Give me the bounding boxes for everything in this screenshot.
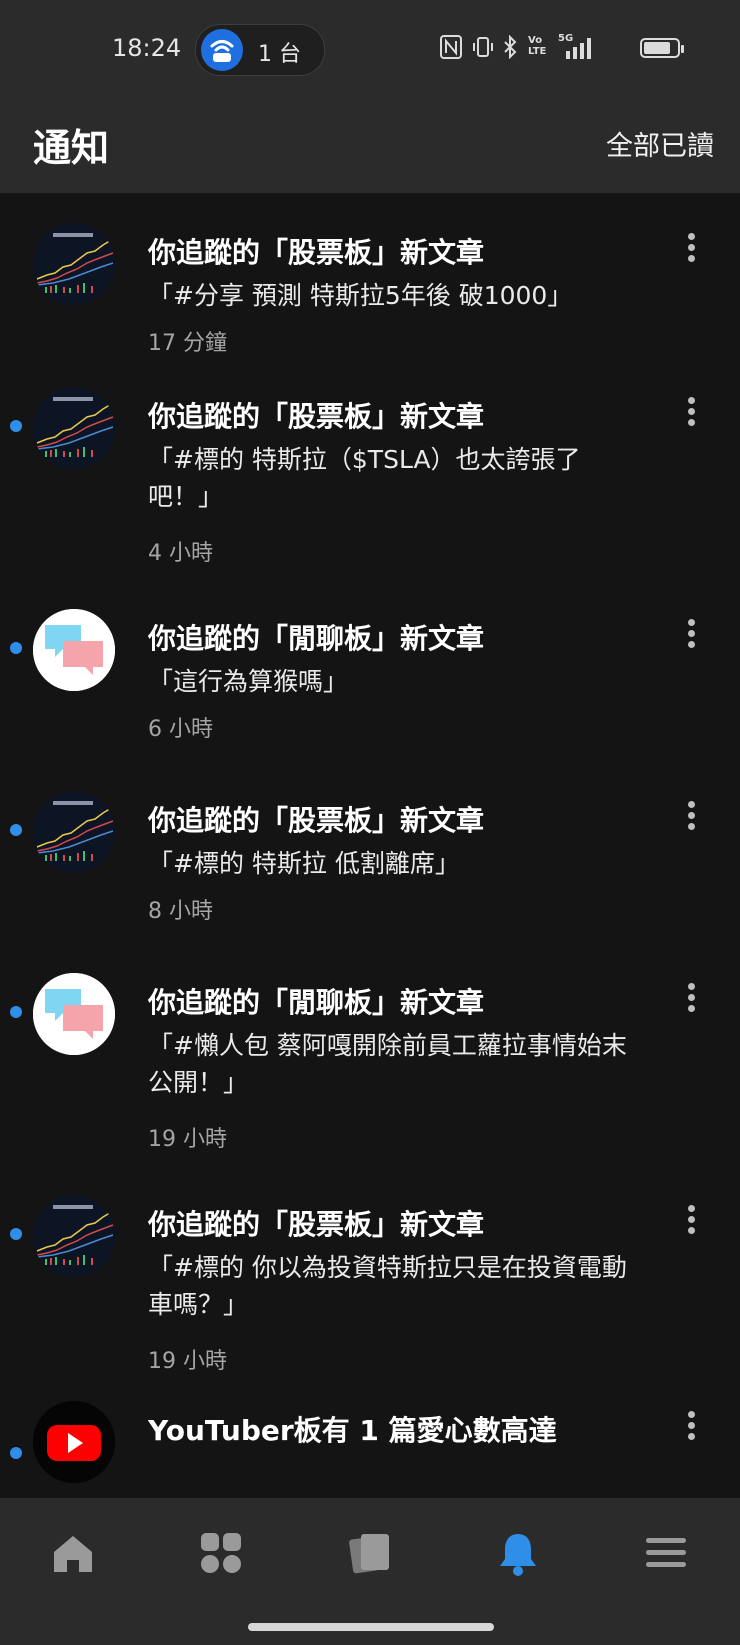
boards-grid-icon[interactable] [196,1528,246,1578]
unread-dot [10,1006,22,1018]
page-title: 通知 [33,126,110,170]
home-indicator[interactable] [248,1623,494,1631]
notification-time: 19 小時 [148,1127,227,1152]
more-options-icon[interactable] [682,1201,700,1241]
notification-title: YouTuber板有 1 篇愛心數高達 [148,1414,557,1447]
notification-time: 6 小時 [148,717,213,742]
notification-body: 「#懶人包 蔡阿嘎開除前員工蘿拉事情始末公開！」 [148,1031,627,1097]
notification-item[interactable]: 你追蹤的「股票板」新文章 「#分享 預測 特斯拉5年後 破1000」 17 分鐘 [0,193,740,375]
notification-item[interactable]: 你追蹤的「股票板」新文章 「#標的 特斯拉 低割離席」 8 小時 [0,779,740,961]
notification-body: 「#標的 特斯拉（$TSLA）也太誇張了吧！」 [148,445,581,511]
notification-title: 你追蹤的「閒聊板」新文章 [148,986,485,1019]
app-bar: 通知 全部已讀 [0,95,740,193]
nfc-icon [440,35,462,63]
hotspot-icon [201,29,243,71]
unread-dot [10,1447,22,1459]
hotspot-count: 1 台 [258,42,301,67]
more-options-icon[interactable] [682,979,700,1019]
notification-time: 8 小時 [148,899,213,924]
stock-chart-avatar [33,791,115,873]
notification-body: 「#標的 你以為投資特斯拉只是在投資電動車嗎？」 [148,1253,627,1319]
notification-body: 「#標的 特斯拉 低割離席」 [148,849,460,878]
notification-list[interactable]: 你追蹤的「股票板」新文章 「#分享 預測 特斯拉5年後 破1000」 17 分鐘… [0,193,740,1498]
unread-dot [10,1228,22,1240]
notification-item[interactable]: YouTuber板有 1 篇愛心數高達 [0,1401,740,1498]
unread-dot [10,824,22,836]
stock-chart-avatar [33,1195,115,1277]
5g-signal-icon: 5G [556,33,598,61]
battery-icon [640,38,684,58]
status-bar: 18:24 1 台 Vo LTE 5G [0,0,740,95]
cards-icon[interactable] [345,1528,395,1578]
notification-item[interactable]: 你追蹤的「股票板」新文章 「#標的 你以為投資特斯拉只是在投資電動車嗎？」 19… [0,1183,740,1403]
clock: 18:24 [112,34,182,62]
more-options-icon[interactable] [682,1407,700,1447]
volte-icon: Vo LTE [528,35,547,57]
menu-icon[interactable] [641,1528,691,1578]
notification-item[interactable]: 你追蹤的「閒聊板」新文章 「#懶人包 蔡阿嘎開除前員工蘿拉事情始末公開！」 19… [0,961,740,1183]
notification-title: 你追蹤的「股票板」新文章 [148,1208,485,1241]
notification-item[interactable]: 你追蹤的「股票板」新文章 「#標的 特斯拉（$TSLA）也太誇張了吧！」 4 小… [0,375,740,597]
bluetooth-icon [502,34,518,63]
notification-title: 你追蹤的「股票板」新文章 [148,400,485,433]
more-options-icon[interactable] [682,229,700,269]
stock-chart-avatar [33,387,115,469]
unread-dot [10,642,22,654]
bell-icon[interactable] [493,1528,543,1578]
vibrate-icon [472,35,494,63]
notification-time: 19 小時 [148,1349,227,1374]
unread-dot [10,420,22,432]
notification-title: 你追蹤的「閒聊板」新文章 [148,622,485,655]
more-options-icon[interactable] [682,393,700,433]
notification-time: 17 分鐘 [148,331,227,356]
mark-all-read-button[interactable]: 全部已讀 [606,124,714,163]
youtube-avatar [33,1401,115,1483]
home-icon[interactable] [48,1528,98,1578]
more-options-icon[interactable] [682,615,700,655]
notification-title: 你追蹤的「股票板」新文章 [148,804,485,837]
notification-body: 「這行為算猴嗎」 [148,667,349,696]
hotspot-chip[interactable]: 1 台 [195,24,325,76]
notification-time: 4 小時 [148,541,213,566]
chat-bubbles-avatar [33,609,115,691]
chat-bubbles-avatar [33,973,115,1055]
notification-body: 「#分享 預測 特斯拉5年後 破1000」 [148,281,573,310]
notification-item[interactable]: 你追蹤的「閒聊板」新文章 「這行為算猴嗎」 6 小時 [0,597,740,779]
more-options-icon[interactable] [682,797,700,837]
stock-chart-avatar [33,223,115,305]
notification-title: 你追蹤的「股票板」新文章 [148,236,485,269]
